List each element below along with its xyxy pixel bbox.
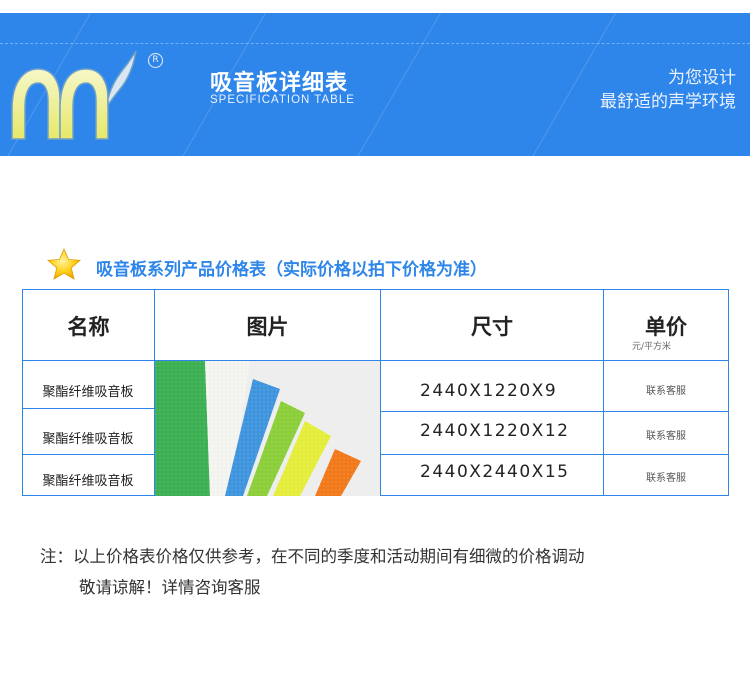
- note-line-2: 敬请谅解！详情咨询客服: [79, 578, 261, 597]
- banner-diagonal-line: [357, 13, 441, 156]
- row-1-size: 2440X1220X9: [420, 381, 558, 401]
- registered-trademark-icon: R: [148, 53, 163, 68]
- row-2-size: 2440X1220X12: [420, 421, 570, 441]
- row-3-size: 2440X2440X15: [420, 462, 570, 482]
- table-divider: [23, 454, 155, 455]
- row-2-price: 联系客服: [646, 431, 686, 442]
- banner-dashed-line: [0, 43, 750, 44]
- price-unit-label: 元/平方米: [632, 342, 672, 352]
- header-image: 图片: [246, 314, 289, 339]
- table-divider: [380, 411, 728, 412]
- section-title: 吸音板系列产品价格表（实际价格以拍下价格为准）: [96, 260, 487, 280]
- row-1-name: 聚酯纤维吸音板: [42, 385, 134, 400]
- header-name: 名称: [67, 314, 110, 339]
- banner-title: 吸音板详细表: [210, 71, 349, 96]
- note-line-1: 注：以上价格表价格仅供参考，在不同的季度和活动期间有细微的价格调动: [40, 547, 585, 566]
- table-divider: [380, 454, 728, 455]
- row-3-name: 聚酯纤维吸音板: [42, 474, 134, 489]
- header-size: 尺寸: [471, 314, 513, 339]
- slogan-line-2: 最舒适的声学环境: [600, 92, 736, 112]
- row-1-price: 联系客服: [646, 386, 686, 397]
- row-3-price: 联系客服: [646, 473, 686, 484]
- brand-logo: [11, 50, 137, 140]
- slogan-line-1: 为您设计: [668, 68, 736, 88]
- star-icon: [47, 248, 81, 280]
- product-photo: [155, 361, 380, 496]
- header-banner: R 吸音板详细表 SPECIFICATION TABLE 为您设计 最舒适的声学…: [0, 13, 750, 156]
- banner-diagonal-line: [532, 13, 616, 156]
- banner-subtitle: SPECIFICATION TABLE: [210, 94, 355, 106]
- row-2-name: 聚酯纤维吸音板: [42, 432, 134, 447]
- table-divider: [23, 408, 155, 409]
